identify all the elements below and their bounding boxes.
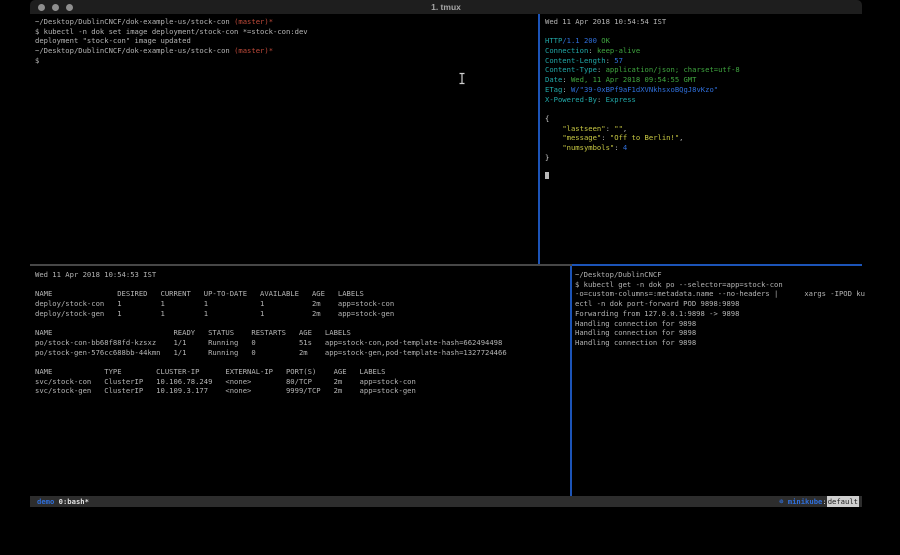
desktop: { "window": { "title": "1. tmux" }, "col… [0,0,900,555]
window-tab-bash[interactable]: 0:bash* [59,496,89,507]
blank-line [545,162,867,172]
header-value: Express [606,95,636,104]
blank-line [545,27,867,37]
kubectl-resources-output: Wed 11 Apr 2018 10:54:53 IST NAME DESIRE… [35,270,575,396]
header-colon: : [597,95,606,104]
http-status-line: HTTP/1.1 200 OK [545,36,867,46]
header-value: W/"39-0xBPf9aF1dXVNkhsxoBQgJ8vKzo" [571,85,718,94]
header-value: application/json; charset=utf-8 [606,65,740,74]
http-header: ETag: W/"39-0xBPf9aF1dXVNkhsxoBQgJ8vKzo" [545,85,867,95]
mouse-ibeam-cursor [458,72,466,85]
http-header: Connection: keep-alive [545,46,867,56]
session-name: demo [37,496,54,507]
pane-bottom-right-port-forward[interactable]: ~/Desktop/DublinCNCF $ kubectl get -n do… [572,266,865,500]
json-key: "message" [562,133,601,142]
zoom-button[interactable] [66,4,73,11]
json-colon: : [614,143,623,152]
prompt-line: ~/Desktop/DublinCNCF/dok-example-us/stoc… [35,46,543,56]
json-value: "" [614,124,623,133]
json-key: "numsymbols" [562,143,614,152]
blank-line [545,104,867,114]
json-close-brace: } [545,153,867,163]
json-value: "Off to Berlin!" [610,133,679,142]
kube-namespace: default [827,496,859,507]
git-dirty-flag: * [269,17,273,26]
prompt-line: ~/Desktop/DublinCNCF/dok-example-us/stoc… [35,17,543,27]
git-branch: (master) [234,46,269,55]
json-key: "lastseen" [562,124,605,133]
http-header: Content-Type: application/json; charset=… [545,65,867,75]
http-keyword: HTTP [545,36,562,45]
terminal-cursor [545,172,549,179]
pane-bottom-left-kubectl-watch[interactable]: Wed 11 Apr 2018 10:54:53 IST NAME DESIRE… [30,266,575,500]
header-name: Connection [545,46,588,55]
prompt-path: ~/Desktop/DublinCNCF/dok-example-us/stoc… [35,46,234,55]
http-header: Content-Length: 57 [545,56,867,66]
header-colon: : [588,46,597,55]
header-name: Content-Type [545,65,597,74]
http-header: Date: Wed, 11 Apr 2018 09:54:55 GMT [545,75,867,85]
tmux-status-bar: demo 0:bash* ☸ minikube:default [30,496,862,507]
command-output: deployment "stock-con" image updated [35,36,543,46]
http-header: X-Powered-By: Express [545,95,867,105]
prompt-char: $ [35,56,543,66]
cursor-line [545,172,867,182]
json-colon: : [601,133,610,142]
command-line: $ kubectl -n dok set image deployment/st… [35,27,543,37]
status-right: ☸ minikube:default [779,496,859,507]
json-row: "message": "Off to Berlin!", [545,133,867,143]
header-name: Content-Length [545,56,606,65]
header-name: X-Powered-By [545,95,597,104]
json-indent [545,143,562,152]
header-value: Wed, 11 Apr 2018 09:54:55 GMT [571,75,697,84]
port-forward-output: ~/Desktop/DublinCNCF $ kubectl get -n do… [575,270,865,348]
json-row: "lastseen": "", [545,124,867,134]
window-title: 1. tmux [30,0,862,14]
git-branch: (master) [234,17,269,26]
json-colon: : [606,124,615,133]
json-indent [545,133,562,142]
pane-top-right-http[interactable]: Wed 11 Apr 2018 10:54:54 IST HTTP/1.1 20… [540,14,867,267]
json-open-brace: { [545,114,867,124]
header-name: ETag [545,85,562,94]
header-colon: : [562,75,571,84]
json-value: 4 [623,143,627,152]
tmux-session: ~/Desktop/DublinCNCF/dok-example-us/stoc… [30,14,862,496]
kube-context: minikube [783,496,822,507]
header-value: 57 [614,56,623,65]
json-row: "numsymbols": 4 [545,143,867,153]
timestamp: Wed 11 Apr 2018 10:54:54 IST [545,17,867,27]
terminal-window: 1. tmux ~/Desktop/DublinCNCF/dok-example… [30,0,862,513]
traffic-lights [38,0,73,14]
header-value: keep-alive [597,46,640,55]
json-indent [545,124,562,133]
pane-top-left-shell[interactable]: ~/Desktop/DublinCNCF/dok-example-us/stoc… [30,14,543,267]
header-colon: : [562,85,571,94]
http-version-code: /1.1 200 [562,36,597,45]
json-comma: , [623,124,627,133]
http-status-text: OK [597,36,610,45]
header-name: Date [545,75,562,84]
close-button[interactable] [38,4,45,11]
header-colon: : [597,65,606,74]
status-left: demo 0:bash* [37,496,89,507]
json-comma: , [679,133,683,142]
minimize-button[interactable] [52,4,59,11]
prompt-path: ~/Desktop/DublinCNCF/dok-example-us/stoc… [35,17,234,26]
git-dirty-flag: * [269,46,273,55]
header-colon: : [606,56,615,65]
titlebar[interactable]: 1. tmux [30,0,862,14]
